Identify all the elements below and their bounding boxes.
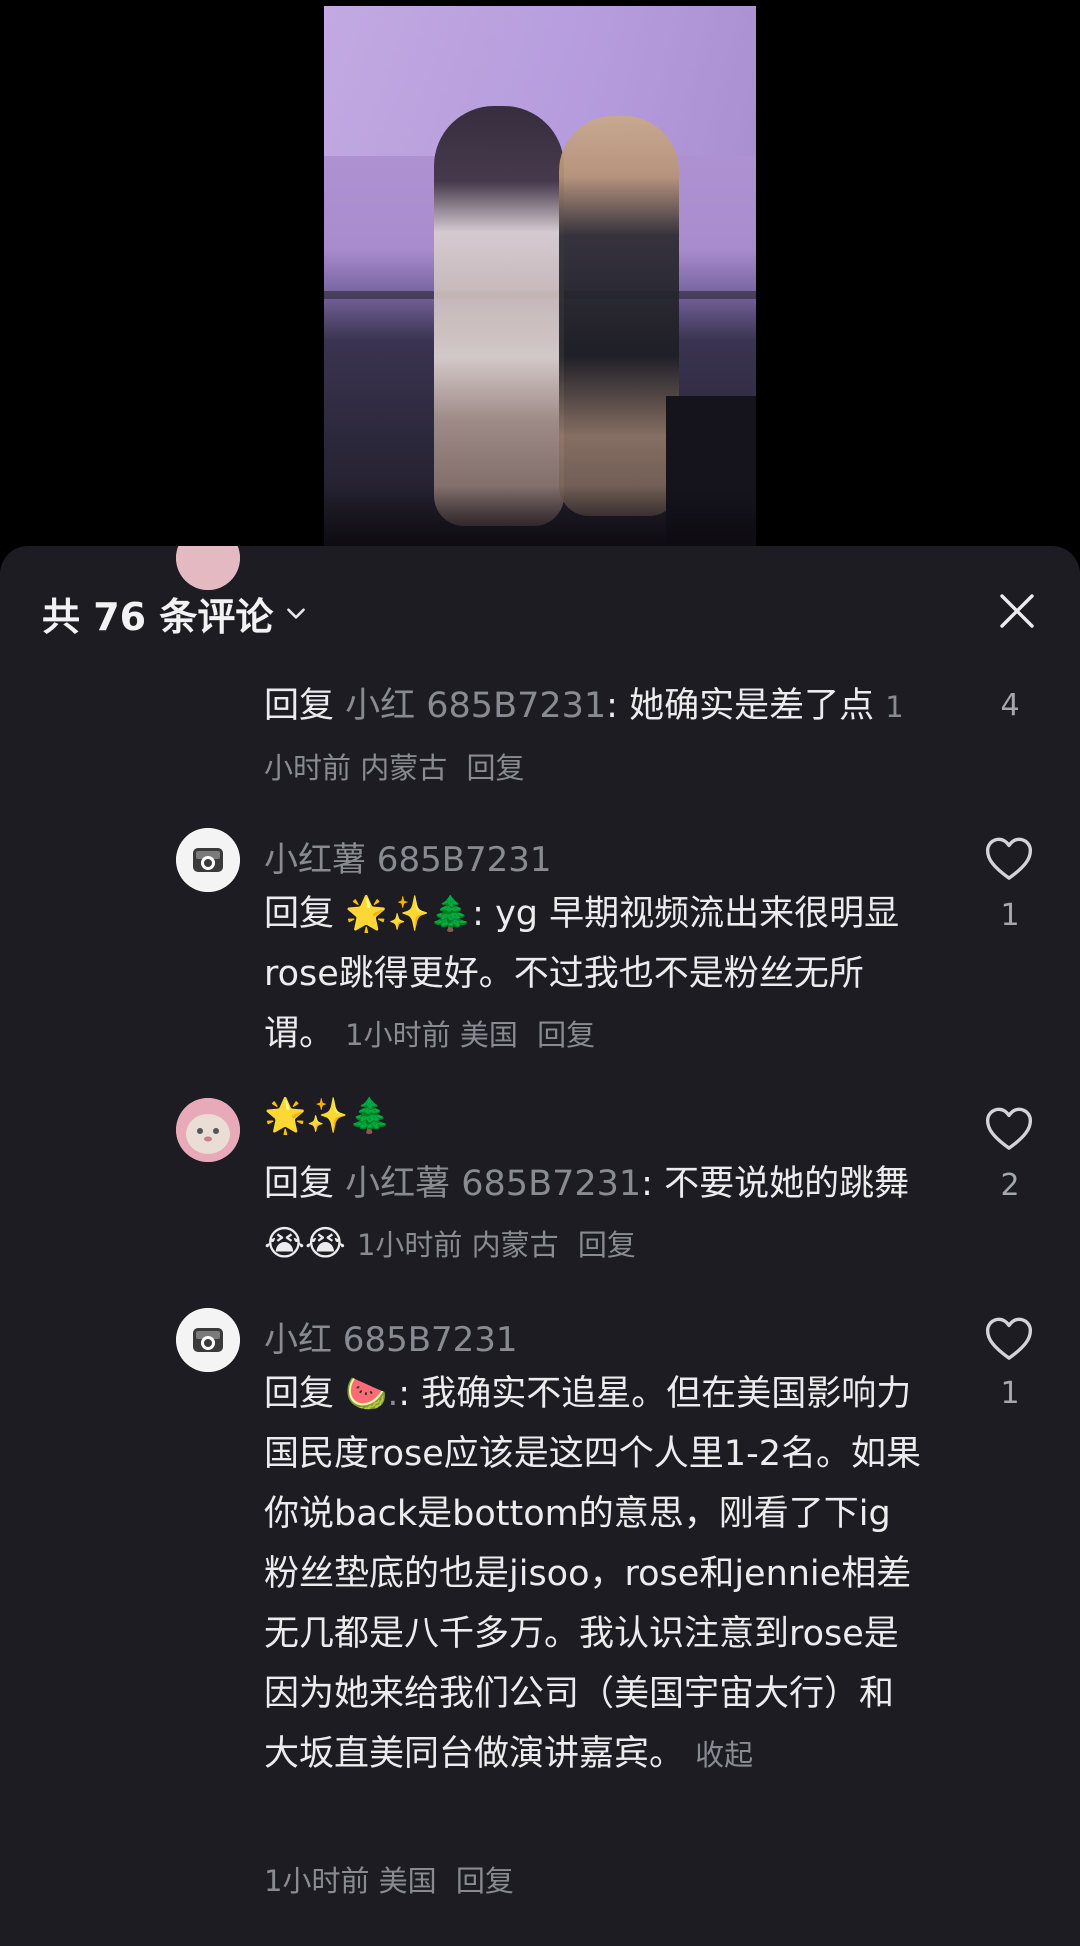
commenter-name[interactable]: 小红薯 685B7231: [264, 832, 552, 881]
cat-avatar-icon: [176, 1098, 240, 1162]
comments-sheet: 共 76 条评论 回复 小红 685B7231: 她确实是差了点 1小时前 内蒙…: [0, 546, 1080, 1946]
reply-button[interactable]: 回复: [578, 1228, 636, 1262]
like-count: 1: [1000, 1376, 1020, 1411]
comment-body[interactable]: 回复 🌟✨🌲: yg 早期视频流出来很明显rose跳得更好。不过我也不是粉丝无所…: [264, 884, 924, 1065]
avatar[interactable]: [176, 828, 240, 892]
commenter-name[interactable]: 🌟✨🌲: [264, 1096, 391, 1136]
stage-floor: [324, 486, 756, 546]
video-player[interactable]: [324, 6, 756, 546]
reply-target[interactable]: 🍉.: [345, 1374, 398, 1414]
camera-avatar-icon: [176, 828, 240, 892]
close-icon[interactable]: [992, 586, 1042, 636]
comment-body[interactable]: 回复 🍉.: 我确实不追星。但在美国影响力国民度rose应该是这四个人里1-2名…: [264, 1364, 924, 1785]
chevron-down-icon: [287, 608, 306, 619]
heart-icon[interactable]: [982, 832, 1036, 886]
reply-target[interactable]: 🌟✨🌲: [345, 894, 472, 934]
reply-button[interactable]: 回复: [456, 1864, 514, 1898]
comment-count-title: 共 76 条评论: [42, 594, 274, 639]
avatar[interactable]: [176, 546, 240, 590]
like-count: 2: [1000, 1168, 1020, 1203]
comment-meta: 1小时前 内蒙古 回复: [356, 1228, 636, 1262]
performer-right: [559, 116, 679, 516]
comment-meta: 1小时前 美国 回复: [345, 1018, 596, 1052]
like-count: 4: [1000, 688, 1020, 723]
avatar[interactable]: [176, 1098, 240, 1162]
reply-target[interactable]: 小红 685B7231: [345, 686, 606, 726]
comment-meta: 1小时前 美国 回复: [264, 1864, 514, 1898]
like-count: 1: [1000, 898, 1020, 933]
collapse-button[interactable]: 收起: [695, 1738, 753, 1772]
reply-button[interactable]: 回复: [466, 751, 524, 785]
comment-body[interactable]: 回复 小红薯 685B7231: 不要说她的跳舞😭😭 1小时前 内蒙古 回复: [264, 1154, 924, 1275]
heart-icon[interactable]: [982, 1312, 1036, 1366]
performer-left: [434, 106, 564, 526]
comments-header[interactable]: 共 76 条评论: [42, 588, 309, 639]
comment-body[interactable]: 回复 小红 685B7231: 她确实是差了点 1小时前 内蒙古 回复: [264, 676, 924, 798]
camera-avatar-icon: [176, 1308, 240, 1372]
reply-button[interactable]: 回复: [537, 1018, 595, 1052]
avatar[interactable]: [176, 1308, 240, 1372]
commenter-name[interactable]: 小红 685B7231: [264, 1312, 518, 1361]
reply-target[interactable]: 小红薯 685B7231: [345, 1164, 641, 1204]
heart-icon[interactable]: [982, 1102, 1036, 1156]
